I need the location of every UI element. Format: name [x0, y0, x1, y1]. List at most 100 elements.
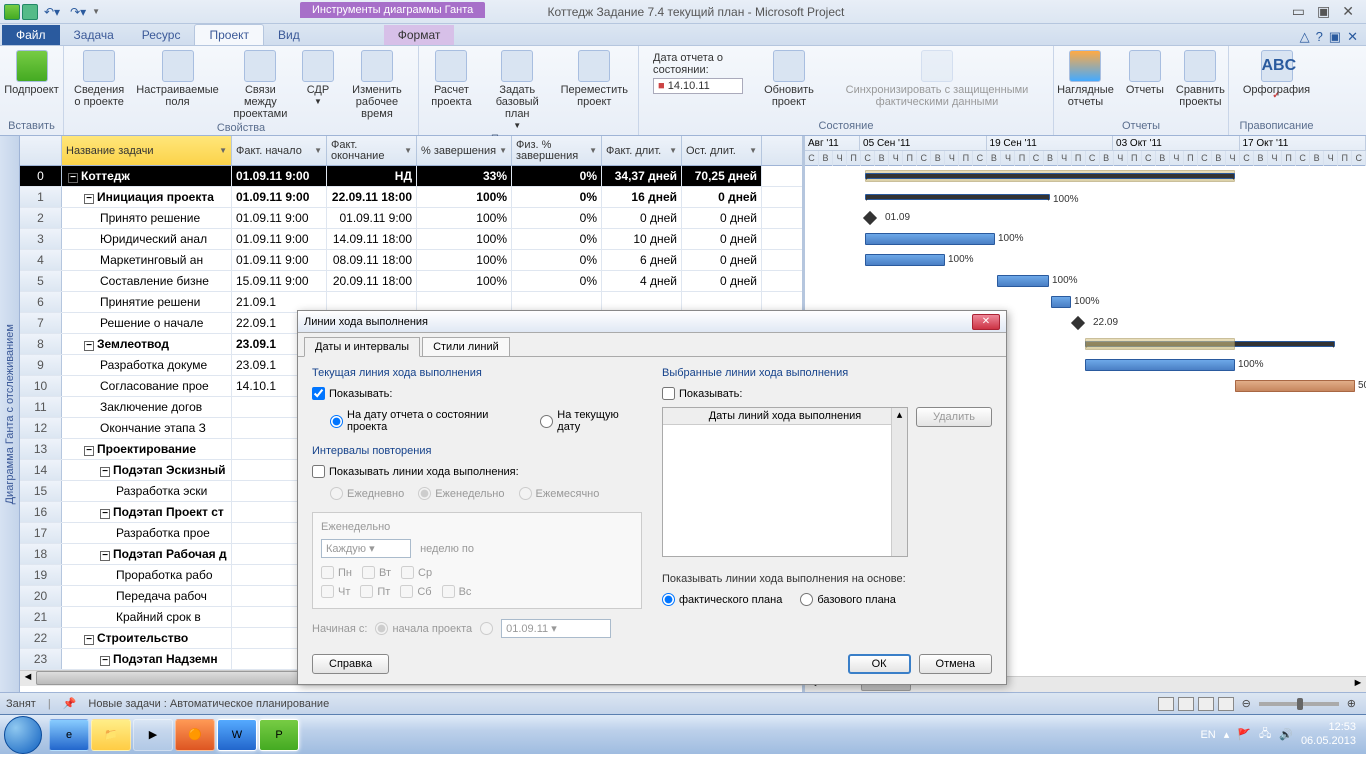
tray-lang[interactable]: EN [1200, 729, 1215, 741]
btn-spelling[interactable]: ABC✓Орфография [1239, 48, 1314, 98]
table-row[interactable]: 5Составление бизне15.09.11 9:0020.09.11 … [20, 271, 802, 292]
btn-calc[interactable]: Расчет проекта [425, 48, 478, 110]
taskbar-media[interactable]: ▶ [133, 719, 173, 751]
taskbar-project[interactable]: P [259, 719, 299, 751]
col-act-finish[interactable]: Факт. окончание▼ [327, 136, 417, 165]
tab-view[interactable]: Вид [264, 25, 314, 45]
chk-fri: Пт [360, 585, 390, 598]
ok-button[interactable]: ОК [848, 654, 911, 674]
chk-show-current[interactable]: Показывать: [312, 387, 392, 400]
undo-icon[interactable]: ↶▾ [40, 5, 64, 19]
window2-icon[interactable]: ▣ [1329, 29, 1341, 45]
save-icon[interactable] [22, 4, 38, 20]
col-rownum[interactable] [20, 136, 62, 165]
tray-volume-icon[interactable]: 🔊 [1279, 728, 1293, 741]
chk-sat: Сб [400, 585, 431, 598]
view-usage-icon[interactable] [1178, 697, 1194, 711]
radio-actual[interactable]: фактического плана [662, 593, 782, 606]
qat-dropdown-icon[interactable]: ▼ [92, 7, 100, 16]
dialog-titlebar: Линии хода выполнения ✕ [298, 311, 1006, 333]
btn-baseline[interactable]: Задать базовый план▼ [482, 48, 553, 133]
minimize-icon[interactable]: ▭ [1292, 3, 1305, 20]
progress-lines-dialog: Линии хода выполнения ✕ Даты и интервалы… [297, 310, 1007, 685]
col-phys-pct[interactable]: Физ. % завершения▼ [512, 136, 602, 165]
btn-links[interactable]: Связи между проектами [227, 48, 294, 122]
zoom-in-icon[interactable]: ⊕ [1343, 697, 1360, 710]
redo-icon[interactable]: ↷▾ [66, 5, 90, 19]
project-icon [4, 4, 20, 20]
ribbon-minimize-icon[interactable]: △ [1300, 29, 1310, 45]
based-on-label: Показывать линии хода выполнения на осно… [662, 573, 992, 585]
status-busy: Занят [6, 698, 36, 710]
dialog-tab-styles[interactable]: Стили линий [422, 337, 510, 357]
radio-monthly: Ежемесячно [519, 487, 600, 500]
btn-update-project[interactable]: Обновить проект [755, 48, 823, 110]
btn-wbs[interactable]: СДР▼ [298, 48, 338, 109]
tab-resource[interactable]: Ресурс [128, 25, 195, 45]
radio-status-date[interactable]: На дату отчета о состоянии проекта [330, 409, 526, 433]
btn-visual-reports[interactable]: Наглядные отчеты [1053, 48, 1118, 110]
chk-show-selected[interactable]: Показывать: [662, 387, 742, 400]
view-resource-icon[interactable] [1218, 697, 1234, 711]
view-team-icon[interactable] [1198, 697, 1214, 711]
system-tray: EN ▴ 🚩 🖧 🔊 12:5306.05.2013 [1200, 721, 1362, 747]
btn-subproject[interactable]: Подпроект [0, 48, 62, 98]
radio-baseline[interactable]: базового плана [800, 593, 896, 606]
taskbar-explorer[interactable]: 📁 [91, 719, 131, 751]
btn-custom-fields[interactable]: Настраиваемые поля [132, 48, 223, 110]
table-row[interactable]: 0−Коттедж01.09.11 9:00НД33%0%34,37 дней7… [20, 166, 802, 187]
col-act-dur[interactable]: Факт. длит.▼ [602, 136, 682, 165]
tray-flag-icon[interactable]: 🚩 [1237, 728, 1251, 741]
taskbar-powerpoint[interactable]: 🟠 [175, 719, 215, 751]
taskbar-ie[interactable]: e [49, 719, 89, 751]
table-row[interactable]: 1−Инициация проекта01.09.11 9:0022.09.11… [20, 187, 802, 208]
ribbon: Подпроект Вставить Сведения о проекте На… [0, 46, 1366, 136]
btn-change-time[interactable]: Изменить рабочее время [342, 48, 412, 122]
zoom-slider[interactable] [1259, 702, 1339, 706]
group-status-label: Состояние [819, 120, 874, 133]
maximize-icon[interactable]: ▣ [1317, 3, 1330, 20]
table-row[interactable]: 4Маркетинговый ан01.09.11 9:0008.09.11 1… [20, 250, 802, 271]
window-controls: ▭ ▣ ✕ [1292, 3, 1362, 20]
col-rem-dur[interactable]: Ост. длит.▼ [682, 136, 762, 165]
taskbar-word[interactable]: W [217, 719, 257, 751]
view-gantt-icon[interactable] [1158, 697, 1174, 711]
status-pin-icon[interactable]: 📌 [63, 697, 77, 710]
start-button[interactable] [4, 716, 42, 754]
col-name[interactable]: Название задачи▼ [62, 136, 232, 165]
view-sidebar[interactable]: Диаграмма Ганта с отслеживанием [0, 136, 20, 692]
cancel-button[interactable]: Отмена [919, 654, 992, 674]
btn-project-info[interactable]: Сведения о проекте [70, 48, 128, 110]
status-date-value[interactable]: ■ 14.10.11 [653, 78, 743, 94]
title-bar: ↶▾ ↷▾ ▼ Инструменты диаграммы Ганта Котт… [0, 0, 1366, 24]
timeline-header: Авг '1105 Сен '1119 Сен '1103 Окт '1117 … [805, 136, 1366, 166]
start-date-select: 01.09.11 ▾ [501, 619, 611, 638]
close2-icon[interactable]: ✕ [1347, 29, 1358, 45]
tab-project[interactable]: Проект [194, 24, 264, 45]
btn-move[interactable]: Переместить проект [557, 48, 632, 110]
quick-access-toolbar: ↶▾ ↷▾ ▼ [4, 4, 100, 20]
dates-list[interactable]: Даты линий хода выполнения ▴ [662, 407, 908, 557]
help-button[interactable]: Справка [312, 654, 389, 674]
list-scrollbar[interactable]: ▴ [891, 408, 907, 556]
tab-file[interactable]: Файл [2, 25, 60, 45]
btn-compare[interactable]: Сравнить проекты [1172, 48, 1229, 110]
chk-show-lines[interactable]: Показывать линии хода выполнения: [312, 465, 519, 478]
tab-format[interactable]: Формат [384, 25, 455, 45]
close-icon[interactable]: ✕ [1342, 3, 1354, 20]
help-icon[interactable]: ? [1316, 29, 1323, 45]
zoom-out-icon[interactable]: ⊖ [1238, 697, 1255, 710]
tray-clock[interactable]: 12:5306.05.2013 [1301, 721, 1356, 747]
btn-reports[interactable]: Отчеты [1122, 48, 1168, 98]
group-insert-label: Вставить [8, 120, 55, 133]
radio-current-date[interactable]: На текущую дату [540, 409, 642, 433]
col-act-start[interactable]: Факт. начало▼ [232, 136, 327, 165]
col-pct[interactable]: % завершения▼ [417, 136, 512, 165]
dialog-close-button[interactable]: ✕ [972, 314, 1000, 330]
tab-task[interactable]: Задача [60, 25, 128, 45]
tray-chevron-icon[interactable]: ▴ [1224, 728, 1230, 741]
tray-network-icon[interactable]: 🖧 [1259, 725, 1271, 744]
table-row[interactable]: 3Юридический анал01.09.11 9:0014.09.11 1… [20, 229, 802, 250]
table-row[interactable]: 2Принято решение01.09.11 9:0001.09.11 9:… [20, 208, 802, 229]
dialog-tab-dates[interactable]: Даты и интервалы [304, 337, 420, 357]
